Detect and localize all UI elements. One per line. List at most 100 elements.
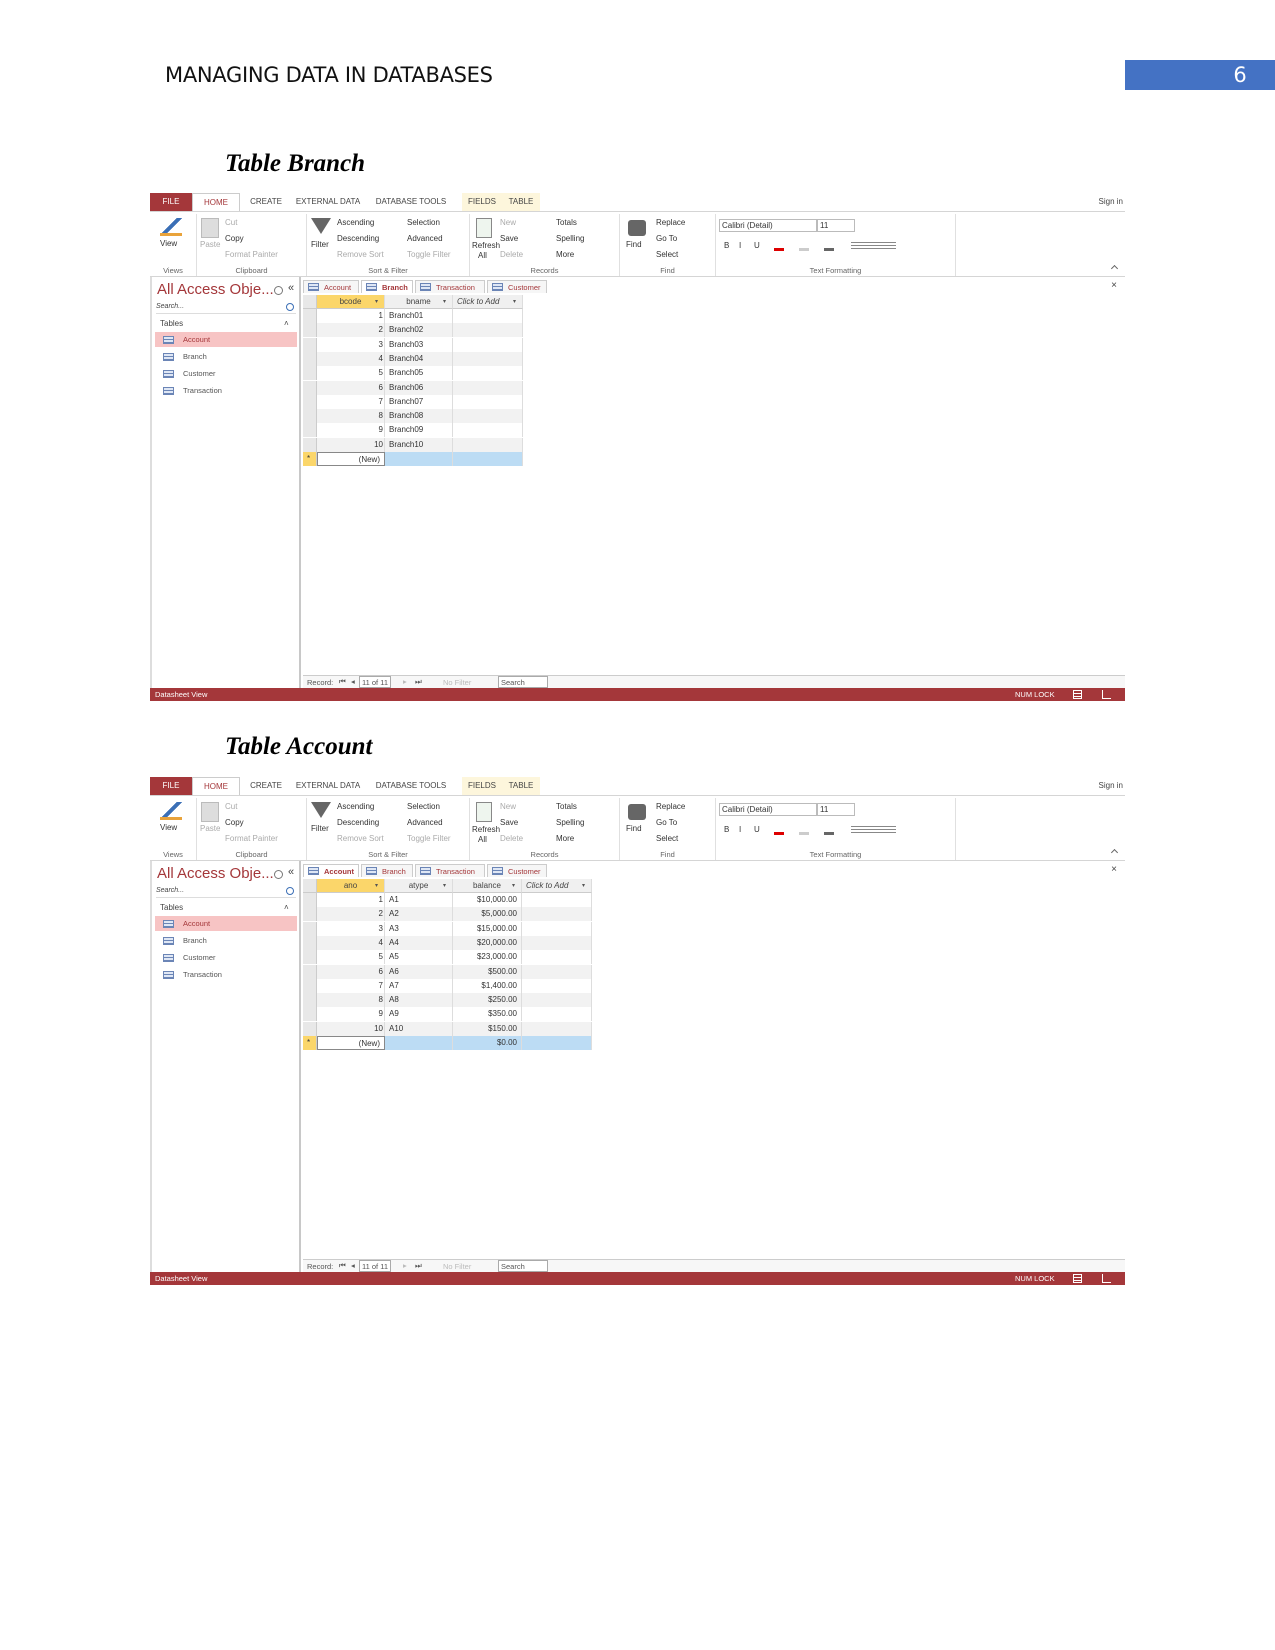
doc-tab-branch[interactable]: Branch bbox=[361, 864, 413, 877]
menu-tab-table[interactable]: TABLE bbox=[502, 777, 540, 795]
table-cell[interactable] bbox=[453, 409, 523, 424]
menu-tab-file[interactable]: FILE bbox=[150, 777, 192, 795]
table-cell[interactable]: 4 bbox=[317, 351, 385, 366]
nav-item-account[interactable]: Account bbox=[155, 916, 297, 931]
design-view-icon[interactable] bbox=[1102, 1274, 1111, 1283]
record-selector[interactable] bbox=[303, 964, 317, 979]
table-cell[interactable]: 1 bbox=[317, 893, 385, 907]
doc-tab-transaction[interactable]: Transaction bbox=[415, 280, 485, 293]
record-selector[interactable] bbox=[303, 380, 317, 395]
paste-button[interactable]: Paste bbox=[200, 240, 220, 249]
table-cell[interactable]: 10 bbox=[317, 1021, 385, 1036]
table-cell[interactable]: 9 bbox=[317, 423, 385, 438]
table-cell[interactable]: Branch07 bbox=[385, 394, 453, 409]
selection-button[interactable]: Selection bbox=[407, 802, 440, 811]
table-cell[interactable] bbox=[522, 893, 592, 907]
table-cell[interactable]: $15,000.00 bbox=[453, 921, 522, 936]
select-all-corner[interactable] bbox=[303, 295, 317, 309]
totals-button[interactable]: Totals bbox=[556, 802, 577, 811]
column-dropdown-icon[interactable]: ▾ bbox=[513, 298, 516, 305]
column-dropdown-icon[interactable]: ▾ bbox=[512, 882, 515, 889]
table-cell[interactable]: A6 bbox=[385, 964, 453, 979]
table-cell[interactable]: $350.00 bbox=[453, 1007, 522, 1022]
highlight-icon[interactable] bbox=[799, 826, 809, 835]
collapse-ribbon-icon[interactable] bbox=[1110, 264, 1119, 273]
select-all-corner[interactable] bbox=[303, 879, 317, 893]
table-cell[interactable] bbox=[453, 366, 523, 381]
nav-search-input[interactable]: Search... bbox=[156, 887, 296, 898]
record-search-input[interactable]: Search bbox=[498, 1260, 548, 1272]
table-cell[interactable]: 8 bbox=[317, 993, 385, 1008]
go-to-button[interactable]: Go To bbox=[656, 234, 677, 243]
table-cell[interactable]: Branch05 bbox=[385, 366, 453, 381]
new-row-cell[interactable] bbox=[385, 1036, 453, 1050]
table-cell[interactable]: A2 bbox=[385, 907, 453, 922]
record-selector[interactable] bbox=[303, 366, 317, 381]
advanced-button[interactable]: Advanced bbox=[407, 818, 443, 827]
menu-tab-fields[interactable]: FIELDS bbox=[462, 193, 502, 211]
menu-tab-home[interactable]: HOME bbox=[192, 777, 240, 795]
table-cell[interactable]: Branch08 bbox=[385, 409, 453, 424]
spelling-button[interactable]: Spelling bbox=[556, 818, 584, 827]
table-cell[interactable]: 3 bbox=[317, 921, 385, 936]
record-selector[interactable] bbox=[303, 309, 317, 323]
advanced-button[interactable]: Advanced bbox=[407, 234, 443, 243]
table-cell[interactable]: Branch09 bbox=[385, 423, 453, 438]
find-button[interactable]: Find bbox=[626, 240, 642, 249]
table-cell[interactable]: A3 bbox=[385, 921, 453, 936]
record-selector[interactable] bbox=[303, 1007, 317, 1022]
find-button[interactable]: Find bbox=[626, 824, 642, 833]
table-cell[interactable]: $150.00 bbox=[453, 1021, 522, 1036]
doc-tab-transaction[interactable]: Transaction bbox=[415, 864, 485, 877]
record-selector[interactable] bbox=[303, 394, 317, 409]
shutter-bar-icon[interactable]: « bbox=[288, 866, 294, 878]
table-cell[interactable] bbox=[453, 309, 523, 323]
ascending-button[interactable]: Ascending bbox=[337, 218, 374, 227]
doc-tab-customer[interactable]: Customer bbox=[487, 864, 547, 877]
refresh-all-button[interactable]: Refresh bbox=[472, 825, 500, 834]
font-size-dropdown[interactable]: 11 bbox=[817, 803, 855, 816]
delete-record-button[interactable]: Delete bbox=[500, 834, 523, 843]
table-cell[interactable]: Branch01 bbox=[385, 309, 453, 323]
menu-tab-file[interactable]: FILE bbox=[150, 193, 192, 211]
nav-item-branch[interactable]: Branch bbox=[155, 349, 297, 364]
remove-sort-button[interactable]: Remove Sort bbox=[337, 834, 384, 843]
delete-record-button[interactable]: Delete bbox=[500, 250, 523, 259]
column-dropdown-icon[interactable]: ▾ bbox=[582, 882, 585, 889]
last-record-button[interactable]: ⏭ bbox=[415, 1261, 422, 1271]
doc-tab-customer[interactable]: Customer bbox=[487, 280, 547, 293]
nav-item-transaction[interactable]: Transaction bbox=[155, 967, 297, 982]
nav-pane-title[interactable]: All Access Obje... bbox=[157, 865, 274, 882]
filter-button[interactable]: Filter bbox=[311, 824, 329, 833]
collapse-section-icon[interactable]: ˄ bbox=[284, 319, 289, 328]
table-cell[interactable] bbox=[453, 323, 523, 338]
table-cell[interactable]: A5 bbox=[385, 950, 453, 965]
filter-button[interactable]: Filter bbox=[311, 240, 329, 249]
record-selector[interactable] bbox=[303, 921, 317, 936]
go-to-button[interactable]: Go To bbox=[656, 818, 677, 827]
font-color-icon[interactable] bbox=[774, 242, 784, 251]
nav-menu-icon[interactable] bbox=[274, 870, 283, 879]
refresh-all-button[interactable]: Refresh bbox=[472, 241, 500, 250]
sign-in-link[interactable]: Sign in bbox=[1099, 197, 1123, 206]
table-cell[interactable] bbox=[522, 935, 592, 950]
first-record-button[interactable]: ⏮ bbox=[339, 677, 346, 687]
replace-button[interactable]: Replace bbox=[656, 218, 685, 227]
table-cell[interactable] bbox=[453, 337, 523, 352]
copy-button[interactable]: Copy bbox=[225, 234, 244, 243]
table-cell[interactable]: 4 bbox=[317, 935, 385, 950]
menu-tab-create[interactable]: CREATE bbox=[245, 193, 287, 211]
fill-color-icon[interactable] bbox=[824, 826, 834, 835]
nav-section-tables[interactable]: Tables bbox=[160, 903, 183, 912]
font-name-dropdown[interactable]: Calibri (Detail) bbox=[719, 219, 817, 232]
no-filter-button[interactable]: No Filter bbox=[443, 678, 471, 687]
nav-pane-title[interactable]: All Access Obje... bbox=[157, 281, 274, 298]
table-cell[interactable]: $23,000.00 bbox=[453, 950, 522, 965]
menu-tab-database-tools[interactable]: DATABASE TOOLS bbox=[370, 193, 452, 211]
table-cell[interactable]: 5 bbox=[317, 366, 385, 381]
menu-tab-create[interactable]: CREATE bbox=[245, 777, 287, 795]
underline-button[interactable]: U bbox=[754, 241, 760, 250]
table-cell[interactable]: Branch06 bbox=[385, 380, 453, 395]
column-dropdown-icon[interactable]: ▾ bbox=[375, 882, 378, 889]
new-record-selector[interactable]: * bbox=[303, 452, 317, 466]
